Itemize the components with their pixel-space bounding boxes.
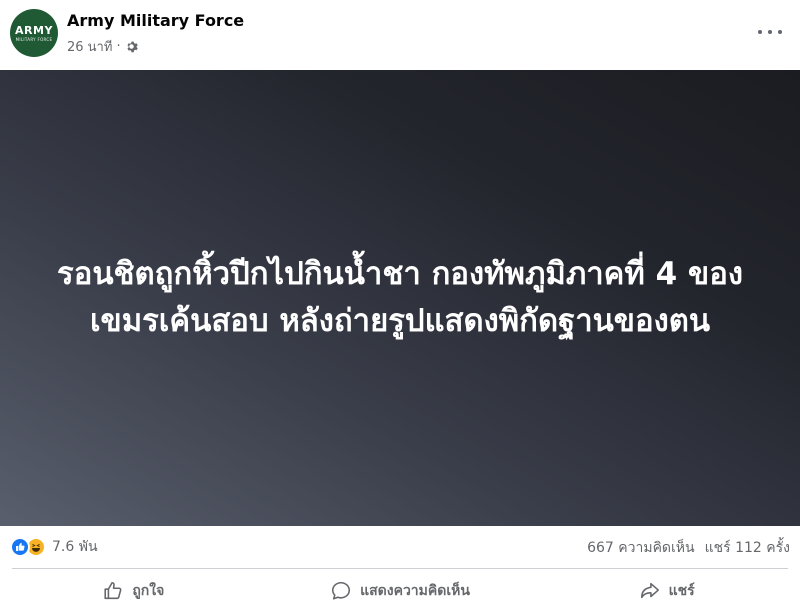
post-headline: รอนชิตถูกหิ้วปีกไปกินน้ำชา กองทัพภูมิภาค… (57, 256, 743, 339)
actions-divider (12, 568, 788, 569)
like-reaction-icon (10, 537, 30, 557)
page-name-link[interactable]: Army Military Force (67, 11, 244, 30)
post-time[interactable]: 26 นาที (67, 36, 112, 57)
post-text-image[interactable]: รอนชิตถูกหิ้วปีกไปกินน้ำชา กองทัพภูมิภาค… (0, 70, 800, 526)
avatar[interactable]: ARMY MILITARY FORCE (10, 9, 58, 57)
post-stats: 7.6 พัน 667 ความคิดเห็น แชร์ 112 ครั้ง (0, 526, 800, 568)
share-count-link[interactable]: แชร์ 112 ครั้ง (705, 537, 790, 559)
comment-count-link[interactable]: 667 ความคิดเห็น (587, 537, 695, 559)
gear-icon[interactable] (125, 40, 138, 53)
comment-button[interactable]: แสดงความคิดเห็น (267, 570, 534, 612)
more-icon[interactable] (758, 24, 782, 40)
post-meta: 26 นาที · (67, 36, 138, 57)
comment-icon (332, 581, 351, 600)
engagement-counts: 667 ความคิดเห็น แชร์ 112 ครั้ง (587, 537, 790, 559)
reaction-count: 7.6 พัน (52, 539, 98, 555)
share-icon (640, 582, 659, 599)
reactions-summary[interactable]: 7.6 พัน (10, 536, 98, 558)
meta-separator: · (116, 39, 121, 54)
avatar-logo-text: ARMY (15, 23, 53, 37)
share-button[interactable]: แชร์ (533, 570, 800, 612)
like-label: ถูกใจ (132, 583, 165, 599)
avatar-logo-subtext: MILITARY FORCE (15, 36, 53, 42)
comment-label: แสดงความคิดเห็น (360, 583, 470, 599)
thumbs-up-icon (104, 581, 122, 600)
share-label: แชร์ (668, 583, 695, 599)
post-header: ARMY MILITARY FORCE Army Military Force … (0, 0, 800, 70)
action-bar: ถูกใจ แสดงความคิดเห็น แชร์ (0, 570, 800, 612)
like-button[interactable]: ถูกใจ (0, 570, 267, 612)
